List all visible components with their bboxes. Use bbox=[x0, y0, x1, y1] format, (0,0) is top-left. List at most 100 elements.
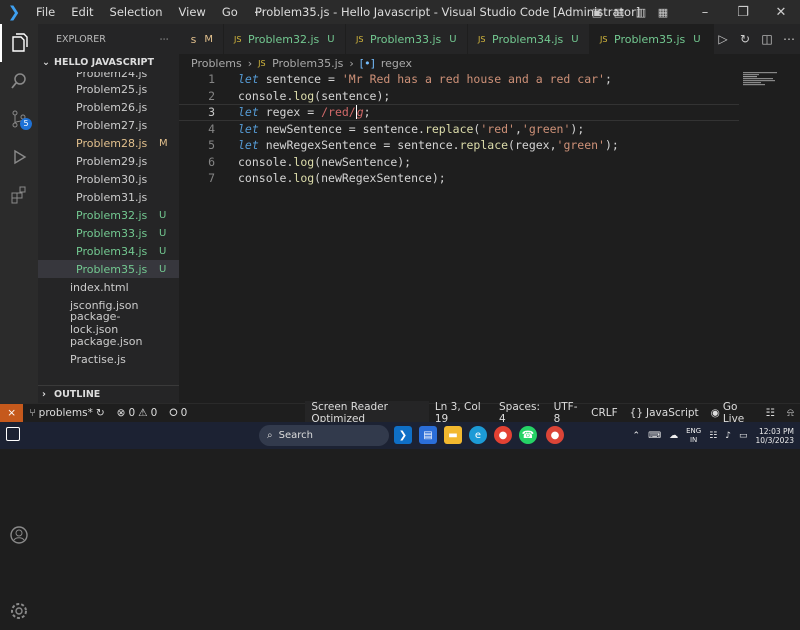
menu-file[interactable]: File bbox=[28, 5, 63, 19]
wifi-icon[interactable]: ☷ bbox=[709, 431, 717, 441]
notifications-bell-icon[interactable]: ⍾ bbox=[781, 407, 800, 420]
minimap[interactable] bbox=[743, 72, 783, 92]
cloud-icon[interactable]: ☁ bbox=[669, 431, 678, 441]
line-ending[interactable]: CRLF bbox=[585, 407, 624, 419]
breadcrumb-folder[interactable]: Problems bbox=[191, 57, 242, 70]
breadcrumb-file[interactable]: Problem35.js bbox=[272, 57, 343, 70]
extensions-icon[interactable] bbox=[0, 176, 38, 214]
file-tree-item[interactable]: Problem35.js U bbox=[38, 260, 179, 278]
folder-header[interactable]: ⌄ HELLO JAVASCRIPT bbox=[38, 54, 179, 70]
chevron-up-icon[interactable]: ⌃ bbox=[633, 431, 641, 441]
code-text: (sentence); bbox=[314, 88, 391, 103]
language-label: JavaScript bbox=[646, 407, 699, 419]
minimize-button[interactable]: – bbox=[686, 5, 724, 20]
tab-status: M bbox=[204, 33, 213, 45]
branch-icon: ⑂ bbox=[29, 407, 36, 419]
scm-badge: 5 bbox=[20, 118, 32, 130]
keyboard-icon[interactable]: ⌨ bbox=[648, 431, 661, 441]
file-tree-item[interactable]: Problem27.js bbox=[38, 116, 179, 134]
vscode-taskbar-icon[interactable]: ❯ bbox=[394, 426, 412, 444]
error-icon: ⊗ bbox=[116, 407, 126, 419]
menu-edit[interactable]: Edit bbox=[63, 5, 101, 19]
account-icon[interactable] bbox=[0, 516, 38, 554]
explorer-sidebar: EXPLORER ⋯ ⌄ HELLO JAVASCRIPT Problem24.… bbox=[38, 24, 179, 403]
chrome-profile-icon[interactable]: ● bbox=[546, 426, 564, 444]
close-button[interactable]: ✕ bbox=[762, 5, 800, 20]
customize-layout-icon[interactable]: ▦ bbox=[652, 6, 674, 19]
more-actions-icon[interactable]: ⋯ bbox=[778, 32, 800, 46]
file-tree-item[interactable]: Problem30.js bbox=[38, 170, 179, 188]
file-status: M bbox=[159, 137, 168, 149]
taskbar-search[interactable]: ⌕ Search bbox=[259, 425, 389, 446]
compare-icon[interactable]: ↻ bbox=[734, 32, 756, 46]
volume-icon[interactable]: ♪ bbox=[725, 431, 731, 441]
file-tree-item[interactable]: package-lock.json bbox=[38, 310, 179, 336]
toggle-sidebar-icon[interactable]: ▣ bbox=[586, 6, 608, 19]
menu-view[interactable]: View bbox=[171, 5, 214, 19]
code-editor[interactable]: 1 2 3 4 5 6 7 let sentence = 'Mr Red has… bbox=[179, 72, 800, 403]
toggle-panel-icon[interactable]: ▤ bbox=[608, 6, 630, 19]
line-ending-label: CRLF bbox=[591, 407, 618, 419]
file-tree-item[interactable]: index.html bbox=[38, 278, 179, 296]
run-icon[interactable]: ▷ bbox=[712, 32, 734, 46]
file-name: Practise.js bbox=[70, 352, 126, 366]
file-tree-item[interactable]: Problem29.js bbox=[38, 152, 179, 170]
tab-problem33[interactable]: JS Problem33.js U bbox=[346, 24, 468, 54]
branch-name: problems* bbox=[38, 407, 93, 419]
braces-icon: {} bbox=[629, 407, 644, 419]
tab-problem34[interactable]: JS Problem34.js U bbox=[468, 24, 590, 54]
outline-section[interactable]: › OUTLINE bbox=[38, 385, 179, 403]
clock[interactable]: 12:03 PM 10/3/2023 bbox=[756, 427, 794, 445]
broadcast-icon: ⭘ bbox=[169, 406, 178, 419]
file-tree-item[interactable]: Problem32.js U bbox=[38, 206, 179, 224]
chevron-down-icon: ⌄ bbox=[42, 56, 50, 68]
split-editor-icon[interactable]: ◫ bbox=[756, 32, 778, 46]
file-tree-item[interactable]: Practise.js bbox=[38, 350, 179, 368]
file-name: Problem29.js bbox=[76, 154, 148, 168]
chrome-icon[interactable]: ● bbox=[494, 426, 512, 444]
file-explorer-icon[interactable]: ▬ bbox=[444, 426, 462, 444]
store-icon[interactable]: ▤ bbox=[419, 426, 437, 444]
battery-icon[interactable]: ▭ bbox=[739, 431, 748, 441]
branch-indicator[interactable]: ⑂ problems* ↻ bbox=[23, 407, 110, 419]
file-tree-item[interactable]: Problem33.js U bbox=[38, 224, 179, 242]
file-tree-item[interactable]: Problem31.js bbox=[38, 188, 179, 206]
menu-selection[interactable]: Selection bbox=[102, 5, 171, 19]
remote-indicator-icon[interactable]: ⨯ bbox=[0, 403, 24, 423]
source-control-icon[interactable]: 5 bbox=[0, 100, 38, 138]
toggle-secondary-sidebar-icon[interactable]: ▥ bbox=[630, 6, 652, 19]
explorer-header: EXPLORER ⋯ bbox=[38, 24, 179, 54]
file-status: U bbox=[159, 209, 167, 221]
file-tree-item[interactable]: package.json bbox=[38, 332, 179, 350]
explorer-icon[interactable] bbox=[0, 24, 38, 62]
menu-go[interactable]: Go bbox=[214, 5, 246, 19]
edge-icon[interactable]: e bbox=[469, 426, 487, 444]
more-actions-icon[interactable]: ⋯ bbox=[160, 34, 170, 45]
language-indicator[interactable]: ENG IN bbox=[686, 427, 701, 445]
code-text: (newSentence); bbox=[314, 154, 412, 169]
tab-problem35[interactable]: JS Problem35.js U bbox=[590, 24, 714, 54]
breadcrumb-symbol[interactable]: regex bbox=[381, 57, 412, 70]
settings-gear-icon[interactable] bbox=[0, 592, 38, 630]
js-file-icon: JS bbox=[356, 34, 364, 44]
tab-problem32[interactable]: JS Problem32.js U bbox=[224, 24, 346, 54]
folder-name: HELLO JAVASCRIPT bbox=[54, 56, 155, 68]
file-tree-item[interactable]: Problem28.js M bbox=[38, 134, 179, 152]
maximize-button[interactable]: ❐ bbox=[724, 5, 762, 20]
search-icon[interactable] bbox=[0, 62, 38, 100]
file-name: Problem26.js bbox=[76, 100, 148, 114]
string-literal: 'green' bbox=[521, 121, 571, 136]
file-tree-item[interactable]: Problem34.js U bbox=[38, 242, 179, 260]
file-tree-item[interactable]: Problem26.js bbox=[38, 98, 179, 116]
ports-indicator[interactable]: ⭘ 0 bbox=[163, 407, 193, 420]
run-debug-icon[interactable] bbox=[0, 138, 38, 176]
tab-partial[interactable]: s M bbox=[179, 24, 224, 54]
whatsapp-icon[interactable]: ☎ bbox=[519, 426, 537, 444]
feedback-icon[interactable]: ☷ bbox=[760, 407, 781, 419]
file-tree-item[interactable]: Problem24.js bbox=[38, 72, 179, 80]
file-tree-item[interactable]: Problem25.js bbox=[38, 80, 179, 98]
widgets-icon[interactable] bbox=[6, 427, 20, 441]
problems-indicator[interactable]: ⊗ 0 ⚠ 0 bbox=[111, 407, 164, 419]
start-button-icon[interactable] bbox=[236, 429, 250, 443]
language-mode[interactable]: {} JavaScript bbox=[624, 407, 705, 419]
